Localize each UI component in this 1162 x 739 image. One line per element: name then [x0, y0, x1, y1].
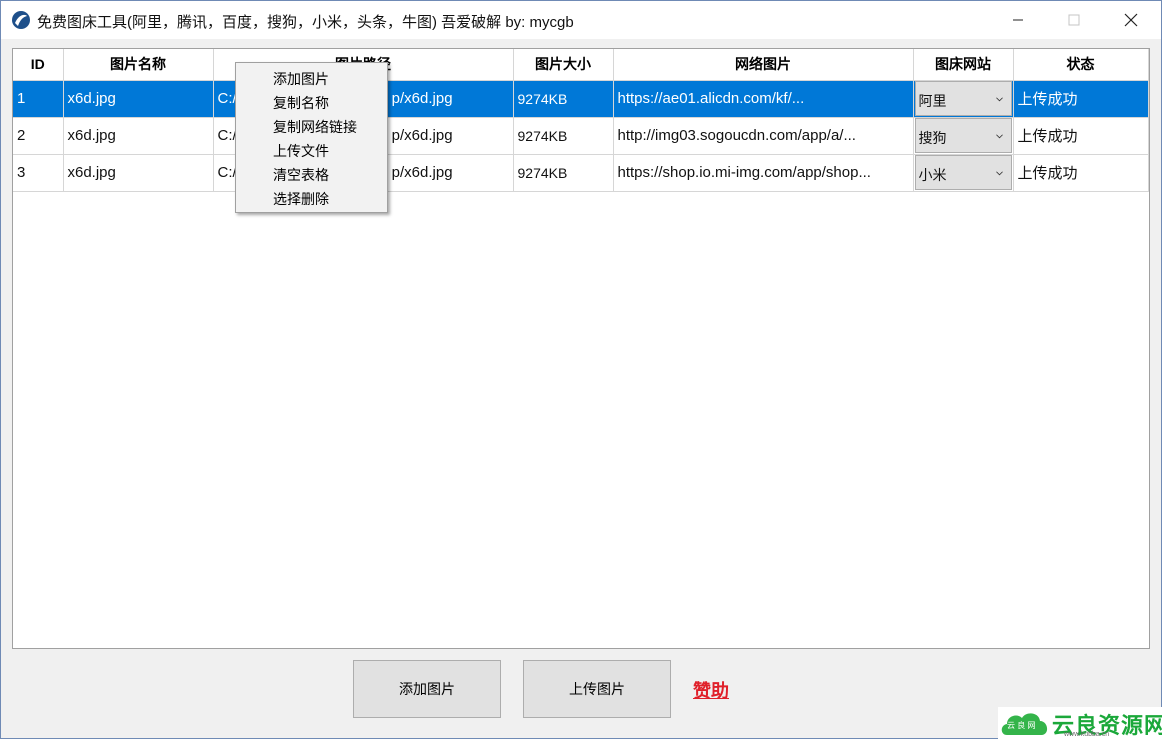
column-header-site[interactable]: 图床网站	[913, 49, 1014, 81]
chevron-down-icon	[995, 171, 1003, 176]
cell-name[interactable]: x6d.jpg	[63, 80, 214, 118]
chevron-down-icon	[995, 97, 1003, 102]
site-dropdown-value: 搜狗	[918, 130, 947, 146]
column-header-id[interactable]: ID	[13, 49, 64, 81]
site-dropdown-value: 小米	[918, 167, 947, 183]
minimize-button[interactable]	[995, 1, 1041, 39]
cell-url[interactable]: https://shop.io.mi-img.com/app/shop...	[613, 154, 914, 192]
cell-url[interactable]: https://ae01.alicdn.com/kf/...	[613, 80, 914, 118]
cell-name[interactable]: x6d.jpg	[63, 154, 214, 192]
column-header-status[interactable]: 状态	[1013, 49, 1149, 81]
column-header-name[interactable]: 图片名称	[63, 49, 214, 81]
menu-item-copy-name[interactable]: 复制名称	[237, 91, 386, 115]
cell-path-start: C:/	[217, 90, 237, 107]
chevron-down-icon	[995, 134, 1003, 139]
site-dropdown[interactable]: 阿里	[914, 81, 1012, 116]
table-row[interactable]: 3 x6d.jpg C:/ p/x6d.jpg 9274KB https://sh…	[13, 154, 1149, 192]
site-dropdown-value: 阿里	[918, 93, 947, 109]
image-table[interactable]: ID 图片名称 图片路径 图片大小 网络图片 图床网站 状态 1 x6d.jpg…	[12, 48, 1150, 649]
cell-status[interactable]: 上传成功	[1013, 117, 1149, 155]
menu-item-delete-selected[interactable]: 选择删除	[237, 187, 386, 211]
cell-path-end: p/x6d.jpg	[391, 127, 453, 144]
cell-site[interactable]: 搜狗	[913, 117, 1014, 155]
upload-image-button[interactable]: 上传图片	[523, 660, 671, 718]
column-header-url[interactable]: 网络图片	[613, 49, 914, 81]
cell-id[interactable]: 2	[13, 117, 64, 155]
close-icon	[1124, 13, 1138, 27]
cell-size[interactable]: 9274KB	[513, 154, 614, 192]
cell-status[interactable]: 上传成功	[1013, 154, 1149, 192]
sponsor-link[interactable]: 赞助	[693, 677, 729, 703]
site-dropdown[interactable]: 搜狗	[914, 118, 1012, 153]
cell-site[interactable]: 小米	[913, 154, 1014, 192]
menu-item-upload-file[interactable]: 上传文件	[237, 139, 386, 163]
cell-name[interactable]: x6d.jpg	[63, 117, 214, 155]
window-title: 免费图床工具(阿里，腾讯，百度，搜狗，小米，头条，牛图) 吾爱破解 by: my…	[37, 14, 574, 31]
context-menu: 添加图片 复制名称 复制网络链接 上传文件 清空表格 选择删除	[235, 62, 388, 213]
site-dropdown[interactable]: 小米	[914, 155, 1012, 190]
cell-id[interactable]: 1	[13, 80, 64, 118]
minimize-icon	[1013, 19, 1023, 21]
column-header-size[interactable]: 图片大小	[513, 49, 614, 81]
title-bar[interactable]: 免费图床工具(阿里，腾讯，百度，搜狗，小米，头条，牛图) 吾爱破解 by: my…	[1, 1, 1161, 39]
maximize-button[interactable]	[1051, 1, 1097, 39]
watermark-url: www.kubba.cn	[1064, 731, 1110, 738]
watermark: 云 良 网 云良资源网 www.kubba.cn	[998, 707, 1162, 739]
cell-site[interactable]: 阿里	[913, 80, 1014, 118]
cell-path-end: p/x6d.jpg	[391, 164, 453, 181]
cell-status[interactable]: 上传成功	[1013, 80, 1149, 118]
cell-path-start: C:/	[217, 127, 237, 144]
app-logo-icon	[12, 11, 30, 29]
add-image-button[interactable]: 添加图片	[353, 660, 501, 718]
menu-item-clear-table[interactable]: 清空表格	[237, 163, 386, 187]
table-row[interactable]: 2 x6d.jpg C:/ p/x6d.jpg 9274KB http://img…	[13, 117, 1149, 155]
cell-url[interactable]: http://img03.sogoucdn.com/app/a/...	[613, 117, 914, 155]
close-button[interactable]	[1108, 1, 1154, 39]
cell-id[interactable]: 3	[13, 154, 64, 192]
cell-path-end: p/x6d.jpg	[391, 90, 453, 107]
menu-item-add-image[interactable]: 添加图片	[237, 67, 386, 91]
table-header-row: ID 图片名称 图片路径 图片大小 网络图片 图床网站 状态	[13, 49, 1149, 81]
watermark-cloud-label: 云 良 网	[1007, 721, 1036, 730]
menu-item-copy-link[interactable]: 复制网络链接	[237, 115, 386, 139]
table-row[interactable]: 1 x6d.jpg C:/ p/x6d.jpg 9274KB https://ae…	[13, 80, 1149, 118]
maximize-icon	[1068, 14, 1080, 26]
cell-size[interactable]: 9274KB	[513, 80, 614, 118]
cell-path-start: C:/	[217, 164, 237, 181]
cell-size[interactable]: 9274KB	[513, 117, 614, 155]
app-window: 免费图床工具(阿里，腾讯，百度，搜狗，小米，头条，牛图) 吾爱破解 by: my…	[0, 0, 1162, 739]
